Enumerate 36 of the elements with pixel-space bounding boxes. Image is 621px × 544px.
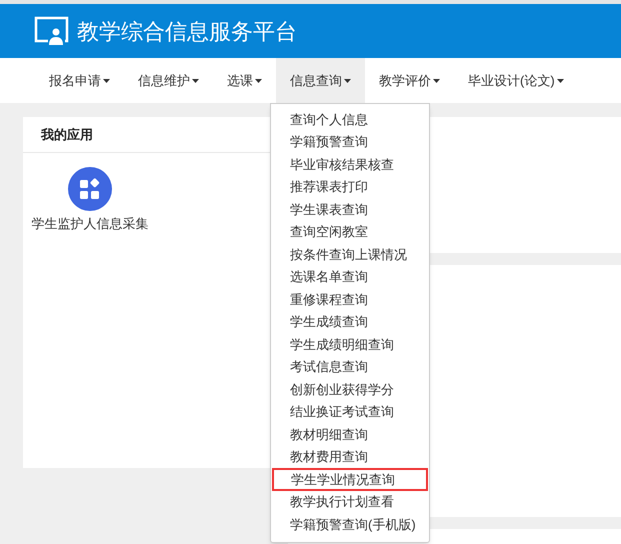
nav-menu-item[interactable]: 毕业设计(论文): [454, 58, 578, 103]
dropdown-item[interactable]: 查询个人信息: [271, 108, 429, 130]
dropdown-item[interactable]: 学籍预警查询(手机版): [271, 513, 429, 536]
app-label[interactable]: 学生监护人信息采集: [32, 214, 148, 234]
dropdown-item[interactable]: 学生课表查询: [271, 198, 429, 220]
dropdown-item[interactable]: 创新创业获得学分: [271, 378, 429, 400]
nav-menu-item[interactable]: 报名申请: [35, 58, 124, 103]
app-grid-icon[interactable]: [68, 167, 112, 211]
dropdown-item[interactable]: 教学执行计划查看: [271, 490, 429, 513]
dropdown-item[interactable]: 查询空闲教室: [271, 220, 429, 243]
caret-icon: [192, 78, 199, 82]
dropdown-item[interactable]: 结业换证考试查询: [271, 400, 429, 423]
nav-menu-item[interactable]: 选课: [213, 58, 276, 103]
dropdown-item[interactable]: 重修课程查询: [271, 288, 429, 310]
dropdown-item[interactable]: 学生学业情况查询: [272, 468, 428, 490]
caret-icon: [255, 78, 262, 82]
dropdown-item[interactable]: 推荐课表打印: [271, 176, 429, 198]
caret-icon: [433, 78, 440, 82]
dropdown-item[interactable]: 学生成绩查询: [271, 310, 429, 333]
card-title: 我的应用: [41, 126, 93, 144]
caret-icon: [556, 78, 564, 82]
dropdown-item[interactable]: 教材费用查询: [271, 446, 429, 468]
caret-icon: [344, 78, 351, 82]
dropdown-item[interactable]: 选课名单查询: [271, 266, 429, 288]
dropdown-item[interactable]: 毕业审核结果核查: [271, 153, 429, 176]
monitor-person-icon: [34, 16, 69, 46]
nav-menu-item[interactable]: 信息维护: [124, 58, 213, 103]
dropdown-item[interactable]: 教材明细查询: [271, 423, 429, 446]
dropdown-item[interactable]: 学生成绩明细查询: [271, 333, 429, 356]
app-title: 教学综合信息服务平台: [77, 18, 297, 46]
dropdown-item[interactable]: 考试信息查询: [271, 356, 429, 378]
dropdown-item[interactable]: 按条件查询上课情况: [271, 243, 429, 266]
dropdown-item[interactable]: 学籍预警查询: [271, 130, 429, 153]
nav-menu-item[interactable]: 教学评价: [365, 58, 454, 103]
caret-icon: [103, 78, 110, 82]
nav-menu-item[interactable]: 信息查询: [276, 58, 365, 103]
